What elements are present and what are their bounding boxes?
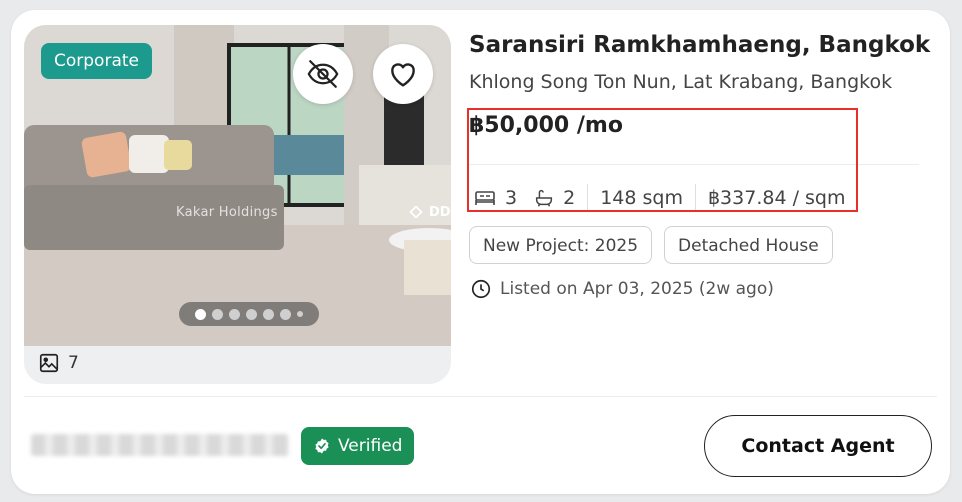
carousel-dot[interactable] [280,308,291,320]
listing-photo[interactable]: Corporate Kakar Holdings DD 7 [24,25,451,384]
photo-carousel-dots[interactable] [179,302,319,326]
heart-icon [391,63,415,87]
ddproperty-mark-icon [409,205,423,219]
favorite-button[interactable] [373,44,433,104]
listed-text: Listed on Apr 03, 2025 (2w ago) [500,279,774,299]
photo-count[interactable]: 7 [38,352,79,374]
listing-title[interactable]: Saransiri Ramkhamhaeng, Bangkok [469,32,930,58]
ddproperty-logo: DD [407,203,451,221]
highlight-box [467,108,858,212]
photo-watermark: Kakar Holdings [176,205,278,220]
agent-name-redacted[interactable] [31,434,289,456]
contact-agent-button[interactable]: Contact Agent [704,415,932,477]
verified-label: Verified [338,436,403,456]
clock-icon [471,279,491,299]
tag-new-project: New Project: 2025 [469,226,653,264]
listing-tags: New Project: 2025 Detached House [469,226,833,264]
verified-check-icon [315,438,329,454]
carousel-dot[interactable] [297,311,303,317]
carousel-dot[interactable] [195,308,206,320]
carousel-dot[interactable] [229,308,240,320]
carousel-dot[interactable] [212,308,223,320]
carousel-dot[interactable] [246,308,257,320]
eye-off-icon [307,60,339,88]
carousel-dot[interactable] [263,308,274,320]
logo-text: DD [429,204,451,220]
corporate-badge: Corporate [41,43,152,79]
tag-property-type: Detached House [664,226,833,264]
photo-count-value: 7 [68,353,79,373]
verified-badge: Verified [301,427,415,465]
listed-date: Listed on Apr 03, 2025 (2w ago) [470,278,774,300]
listing-location: Khlong Song Ton Nun, Lat Krabang, Bangko… [469,71,893,93]
footer-divider [24,396,937,397]
image-gallery-icon [39,353,59,373]
hide-listing-button[interactable] [293,44,353,104]
listing-card[interactable]: Corporate Kakar Holdings DD 7 Saransiri … [11,10,950,494]
